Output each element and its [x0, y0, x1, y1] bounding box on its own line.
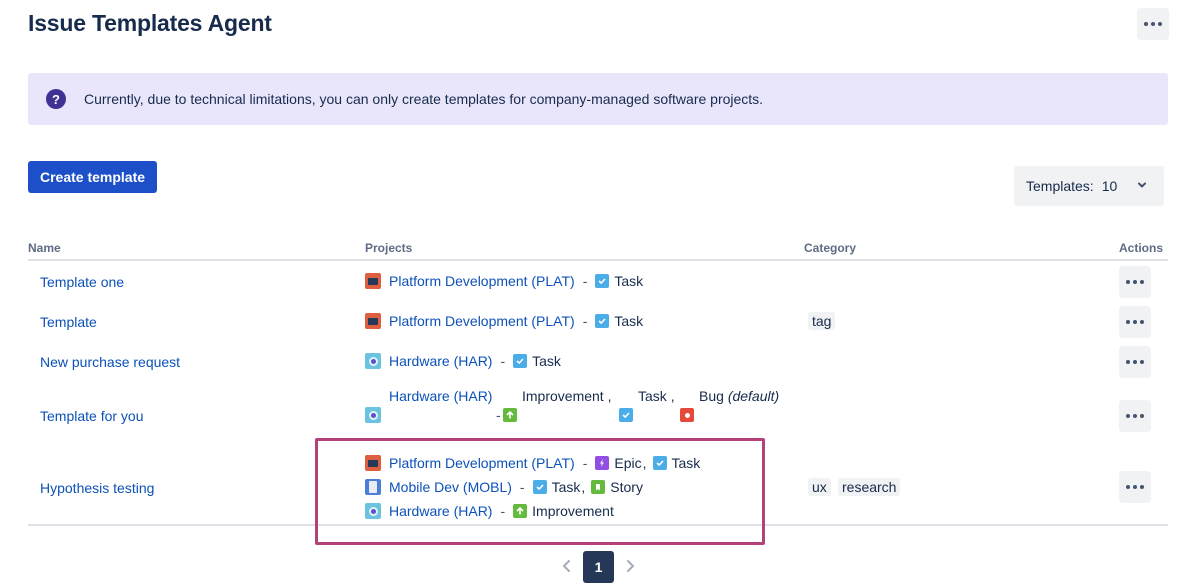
platform-project-icon — [365, 273, 381, 289]
chevron-right-icon[interactable] — [622, 558, 638, 574]
page-title: Issue Templates Agent — [28, 10, 272, 36]
row-actions-button[interactable] — [1119, 400, 1151, 432]
question-circle-icon: ? — [46, 89, 66, 109]
issue-type-label: Task , — [638, 388, 675, 404]
task-icon — [595, 314, 610, 328]
category-tag: research — [838, 478, 901, 496]
separator: - — [500, 353, 506, 369]
mobile-project-icon — [365, 479, 381, 495]
platform-project-icon — [365, 455, 381, 471]
template-name-link[interactable]: Template for you — [40, 408, 144, 424]
issue-type-label: Improvement — [532, 503, 614, 519]
default-note: (default) — [727, 388, 780, 404]
issue-type-label: Task — [614, 273, 644, 289]
create-template-button[interactable]: Create template — [28, 161, 158, 193]
templates-select-value: 10 — [1101, 178, 1118, 194]
project-entry: Hardware (HAR) - Improvement — [365, 503, 614, 519]
table-footer-divider — [28, 524, 1168, 526]
templates-count-select[interactable]: Templates: 10 — [1014, 166, 1164, 206]
comma: , — [581, 479, 586, 495]
project-link[interactable]: Hardware (HAR) — [389, 503, 492, 519]
project-entry: Platform Development (PLAT) - Task — [365, 273, 643, 289]
column-header-name: Name — [28, 241, 61, 255]
separator: - — [519, 479, 525, 495]
template-name-link[interactable]: Template — [40, 314, 97, 330]
template-name-link[interactable]: New purchase request — [40, 354, 180, 370]
chevron-left-icon[interactable] — [559, 558, 575, 574]
more-horizontal-icon — [1126, 485, 1144, 489]
row-actions-button[interactable] — [1119, 346, 1151, 378]
column-header-actions: Actions — [1119, 241, 1164, 255]
issue-type-label: Improvement , — [522, 388, 612, 404]
project-link[interactable]: Platform Development (PLAT) — [389, 455, 575, 471]
column-header-projects: Projects — [365, 241, 413, 255]
project-entry: Platform Development (PLAT) - Task — [365, 313, 643, 329]
task-icon — [595, 274, 610, 288]
page-more-actions-button[interactable] — [1137, 8, 1169, 40]
task-icon — [652, 456, 667, 470]
issue-type-label: Story — [610, 479, 643, 495]
project-link[interactable]: Platform Development (PLAT) — [389, 273, 575, 289]
epic-icon — [595, 456, 610, 470]
project-entry: Platform Development (PLAT) - Epic , Tas… — [365, 455, 700, 471]
bug-icon — [680, 408, 694, 422]
improvement-icon — [503, 408, 517, 422]
project-link[interactable]: Hardware (HAR) — [389, 388, 492, 404]
issue-type-label: Task — [532, 353, 561, 369]
templates-select-label: Templates: — [1026, 178, 1094, 194]
task-icon — [619, 408, 633, 422]
issue-type-label: Bug (default) — [699, 388, 780, 404]
banner-message: Currently, due to technical limitations,… — [84, 91, 764, 107]
row-actions-button[interactable] — [1119, 306, 1151, 338]
task-icon — [513, 354, 528, 368]
issue-type-label: Task — [614, 313, 644, 329]
table-header-divider — [28, 259, 1168, 261]
more-horizontal-icon — [1126, 320, 1144, 324]
row-actions-button[interactable] — [1119, 266, 1151, 298]
project-link[interactable]: Platform Development (PLAT) — [389, 313, 575, 329]
issue-type-label: Epic — [614, 455, 642, 471]
more-horizontal-icon — [1144, 22, 1162, 26]
page-button-current[interactable]: 1 — [583, 551, 614, 583]
comma: , — [642, 455, 647, 471]
project-link[interactable]: Mobile Dev (MOBL) — [389, 479, 512, 495]
hardware-project-icon — [365, 503, 381, 519]
chevron-down-icon — [1138, 182, 1146, 188]
hardware-project-icon — [365, 407, 381, 423]
more-horizontal-icon — [1126, 414, 1144, 418]
separator: - — [582, 273, 588, 289]
story-icon — [591, 480, 606, 494]
separator: - — [496, 407, 501, 423]
hardware-project-icon — [365, 353, 381, 369]
category-tag: tag — [808, 312, 836, 330]
info-banner: ? Currently, due to technical limitation… — [28, 73, 1168, 125]
separator: - — [582, 313, 588, 329]
separator: - — [582, 455, 588, 471]
template-name-link[interactable]: Hypothesis testing — [40, 480, 154, 496]
project-link[interactable]: Hardware (HAR) — [389, 353, 492, 369]
category-tag: ux — [808, 478, 831, 496]
project-entry: Hardware (HAR) - Task — [365, 353, 561, 369]
row-actions-button[interactable] — [1119, 471, 1151, 503]
more-horizontal-icon — [1126, 360, 1144, 364]
separator: - — [500, 503, 506, 519]
template-name-link[interactable]: Template one — [40, 274, 124, 290]
column-header-category: Category — [804, 241, 857, 255]
issue-type-label: Task — [671, 455, 701, 471]
improvement-icon — [513, 504, 528, 518]
platform-project-icon — [365, 313, 381, 329]
more-horizontal-icon — [1126, 280, 1144, 284]
task-icon — [532, 480, 547, 494]
project-entry: Mobile Dev (MOBL) - Task , Story — [365, 479, 643, 495]
issue-type-label: Task — [551, 479, 581, 495]
